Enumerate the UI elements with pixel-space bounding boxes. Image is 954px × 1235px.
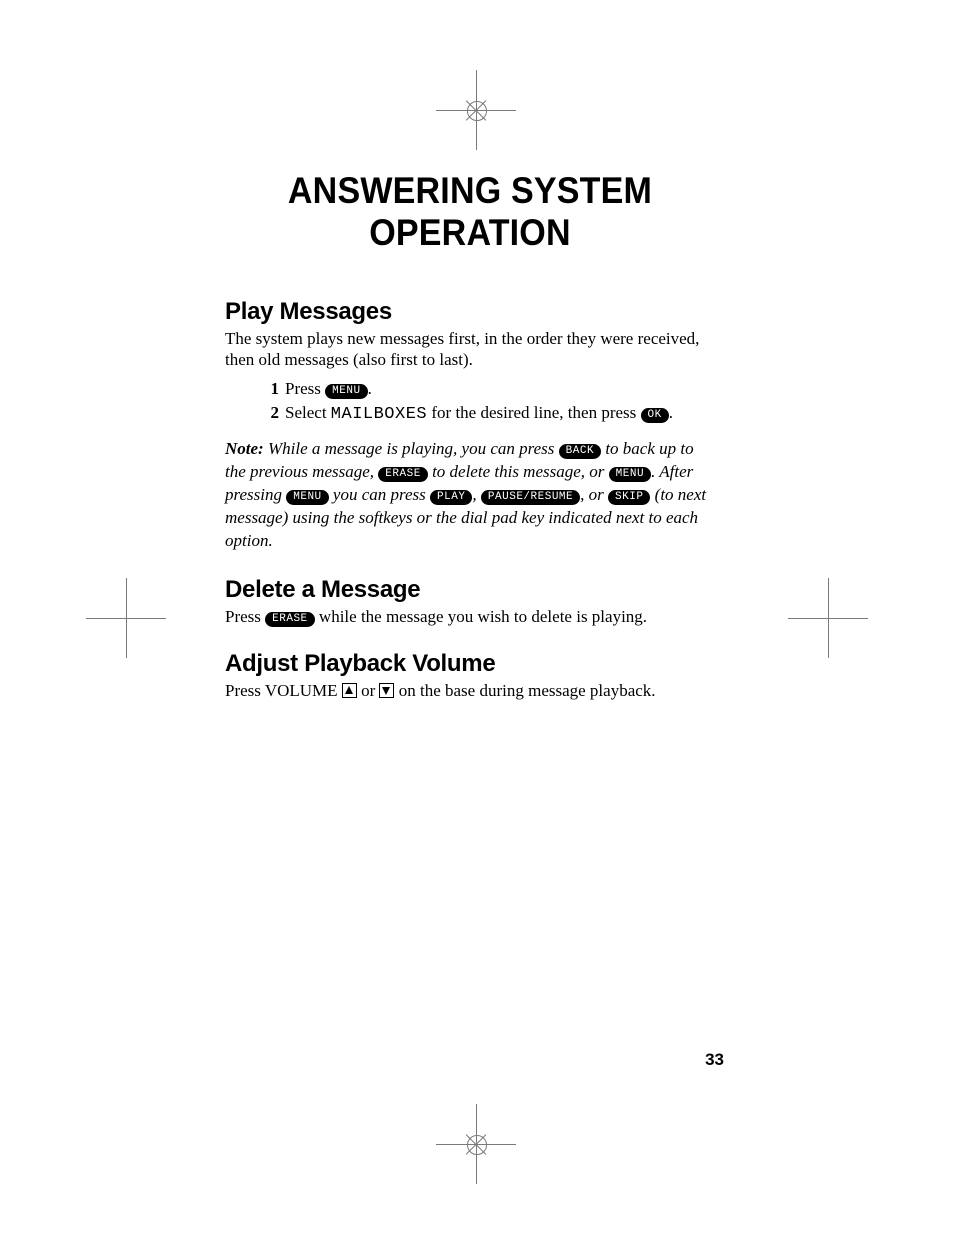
menu-key-icon: MENU (286, 490, 328, 505)
note-text: While a message is playing, you can pres… (264, 439, 559, 458)
volume-up-icon (342, 683, 357, 698)
page-title: ANSWERING SYSTEM OPERATION (245, 170, 696, 254)
play-key-icon: PLAY (430, 490, 472, 505)
delete-text-a: Press (225, 607, 265, 626)
volume-text: Press VOLUME or on the base during messa… (225, 680, 715, 701)
heading-delete-message: Delete a Message (225, 576, 715, 604)
delete-text: Press ERASE while the message you wish t… (225, 606, 715, 627)
step-2: Select MAILBOXES for the desired line, t… (285, 401, 715, 428)
step-text: Press (285, 379, 325, 398)
note-text: , (472, 485, 481, 504)
note-text: you can press (329, 485, 430, 504)
play-intro-text: The system plays new messages first, in … (225, 328, 715, 371)
menu-key-icon: MENU (609, 467, 651, 482)
note-text: to delete this message, or (428, 462, 609, 481)
back-key-icon: BACK (559, 444, 601, 459)
content-area: ANSWERING SYSTEM OPERATION Play Messages… (225, 170, 715, 723)
step-text: . (368, 379, 372, 398)
note-text: , or (580, 485, 608, 504)
registration-mark-icon (436, 70, 516, 150)
step-1: Press MENU. (285, 377, 715, 402)
volume-text-c: on the base during message playback. (394, 681, 655, 700)
ok-key-icon: OK (641, 408, 669, 423)
skip-key-icon: SKIP (608, 490, 650, 505)
manual-page: ANSWERING SYSTEM OPERATION Play Messages… (0, 0, 954, 1235)
section-delete-message: Delete a Message Press ERASE while the m… (225, 576, 715, 627)
registration-mark-icon (436, 1104, 516, 1184)
step-text: . (669, 403, 673, 422)
erase-key-icon: ERASE (265, 612, 315, 627)
section-adjust-volume: Adjust Playback Volume Press VOLUME or o… (225, 650, 715, 701)
pause-resume-key-icon: PAUSE/RESUME (481, 490, 580, 505)
heading-play-messages: Play Messages (225, 298, 715, 326)
step-text: Select (285, 403, 331, 422)
mailboxes-mono: MAILBOXES (331, 405, 427, 424)
volume-text-a: Press VOLUME (225, 681, 342, 700)
volume-text-b: or (357, 681, 380, 700)
menu-key-icon: MENU (325, 384, 367, 399)
heading-adjust-volume: Adjust Playback Volume (225, 650, 715, 678)
note-paragraph: Note: While a message is playing, you ca… (225, 438, 715, 553)
play-steps-list: Press MENU. Select MAILBOXES for the des… (225, 377, 715, 428)
section-play-messages: Play Messages The system plays new messa… (225, 298, 715, 552)
volume-down-icon (379, 683, 394, 698)
erase-key-icon: ERASE (378, 467, 428, 482)
registration-mark-icon (788, 578, 868, 658)
page-number: 33 (705, 1050, 724, 1070)
registration-mark-icon (86, 578, 166, 658)
note-label: Note: (225, 439, 264, 458)
step-text: for the desired line, then press (427, 403, 640, 422)
delete-text-b: while the message you wish to delete is … (315, 607, 647, 626)
